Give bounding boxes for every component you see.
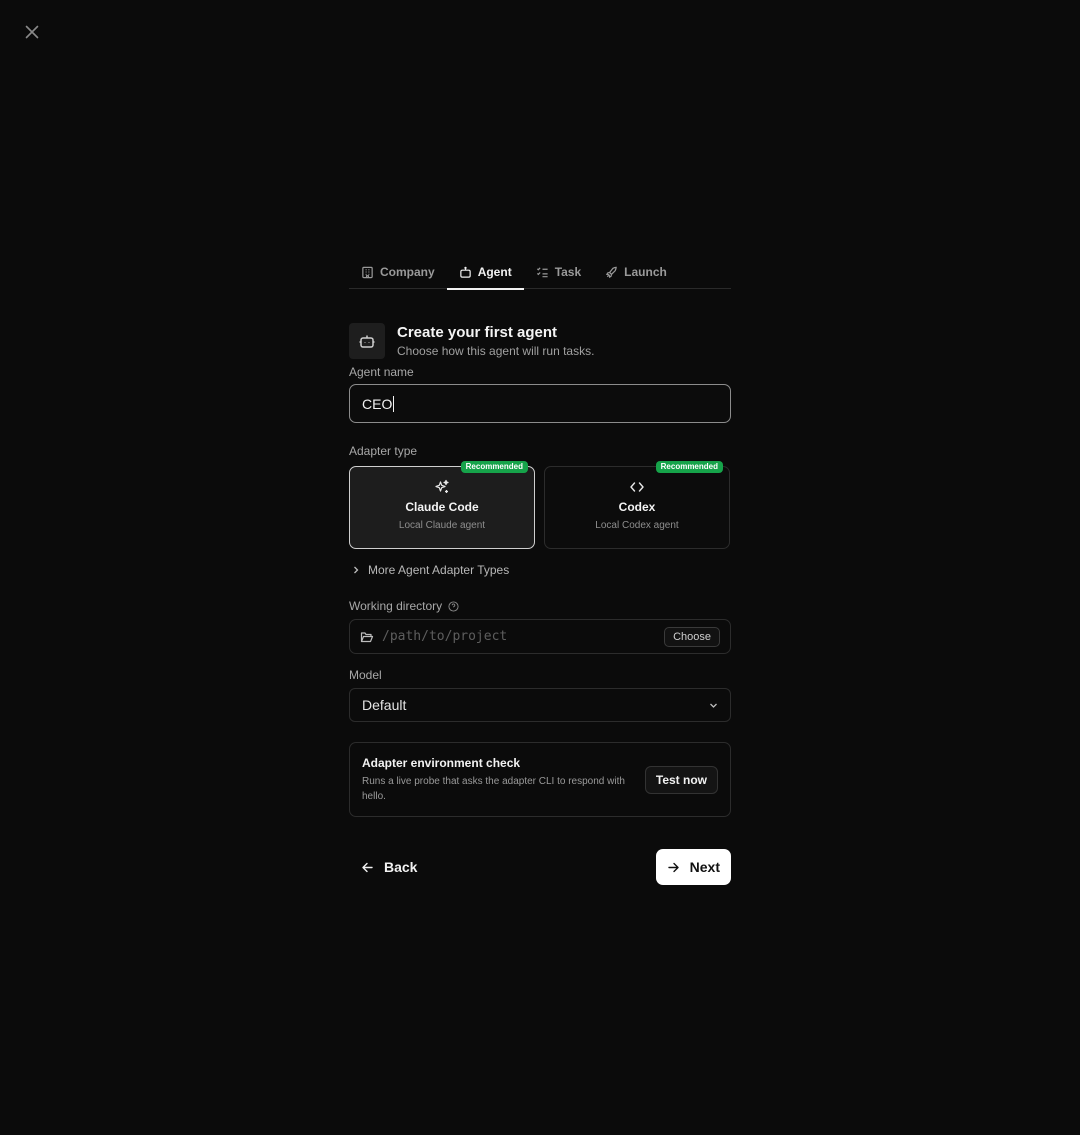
agent-name-input[interactable]: CEO bbox=[349, 384, 731, 423]
tab-agent[interactable]: Agent bbox=[446, 255, 524, 290]
section-heading: Create your first agent Choose how this … bbox=[349, 323, 731, 359]
step-tabs: Company Agent Task Launch bbox=[349, 255, 731, 290]
rocket-icon bbox=[606, 266, 617, 278]
recommended-badge: Recommended bbox=[655, 461, 723, 473]
tab-task[interactable]: Task bbox=[524, 255, 593, 289]
footer-actions: Back Next bbox=[349, 849, 731, 885]
text-caret bbox=[393, 395, 395, 412]
test-now-button[interactable]: Test now bbox=[644, 765, 718, 794]
adapter-environment-check: Adapter environment check Runs a live pr… bbox=[349, 742, 731, 817]
adapter-card-subtitle: Local Claude agent bbox=[398, 520, 486, 531]
adapter-card-subtitle: Local Codex agent bbox=[595, 520, 679, 531]
list-checks-icon bbox=[536, 266, 548, 277]
code-icon bbox=[630, 482, 644, 492]
arrow-right-icon bbox=[667, 862, 679, 872]
onboarding-panel: Company Agent Task Launch Create your fi… bbox=[349, 255, 731, 885]
tab-launch[interactable]: Launch bbox=[593, 255, 679, 289]
env-check-description: Runs a live probe that asks the adapter … bbox=[362, 775, 625, 802]
adapter-card-title: Claude Code bbox=[405, 500, 479, 514]
next-label: Next bbox=[689, 859, 720, 875]
help-circle-icon[interactable] bbox=[448, 600, 459, 612]
adapter-cards: Recommended Claude Code Local Claude age… bbox=[349, 461, 731, 549]
agent-name-value: CEO bbox=[362, 395, 393, 412]
tab-label: Company bbox=[380, 265, 435, 279]
choose-directory-button[interactable]: Choose bbox=[664, 626, 720, 647]
page-title: Create your first agent bbox=[397, 324, 558, 341]
tab-label: Agent bbox=[477, 265, 512, 279]
model-selected-value: Default bbox=[362, 697, 407, 713]
working-directory-label-text: Working directory bbox=[349, 599, 443, 613]
recommended-badge: Recommended bbox=[460, 461, 528, 473]
chevron-down-icon bbox=[710, 703, 717, 708]
tab-label: Launch bbox=[624, 265, 667, 279]
back-button[interactable]: Back bbox=[349, 849, 429, 885]
arrow-left-icon bbox=[362, 862, 373, 872]
agent-name-label: Agent name bbox=[349, 365, 414, 379]
back-label: Back bbox=[384, 859, 418, 875]
close-button[interactable] bbox=[22, 22, 42, 42]
adapter-card-title: Codex bbox=[618, 500, 656, 514]
model-label: Model bbox=[349, 668, 382, 682]
page-subtitle: Choose how this agent will run tasks. bbox=[397, 344, 595, 358]
working-directory-input[interactable]: /path/to/project bbox=[382, 629, 656, 644]
sparkles-icon bbox=[435, 479, 449, 493]
adapter-card-claude-code[interactable]: Recommended Claude Code Local Claude age… bbox=[349, 461, 535, 549]
more-adapter-types-toggle[interactable]: More Agent Adapter Types bbox=[349, 563, 731, 577]
tab-company[interactable]: Company bbox=[349, 255, 447, 289]
adapter-card-codex[interactable]: Recommended Codex Local Codex agent bbox=[544, 461, 730, 549]
folder-open-icon bbox=[360, 631, 374, 642]
working-directory-field[interactable]: /path/to/project Choose bbox=[349, 619, 731, 654]
bot-icon bbox=[459, 266, 471, 278]
building-icon bbox=[362, 266, 373, 278]
chevron-right-icon bbox=[354, 566, 359, 574]
close-icon bbox=[25, 25, 39, 39]
working-directory-label: Working directory bbox=[349, 599, 731, 613]
adapter-type-label: Adapter type bbox=[349, 444, 418, 458]
more-adapter-types-label: More Agent Adapter Types bbox=[368, 563, 510, 577]
next-button[interactable]: Next bbox=[655, 849, 731, 885]
tab-label: Task bbox=[554, 265, 582, 279]
env-check-title: Adapter environment check bbox=[362, 755, 521, 770]
bot-icon bbox=[349, 323, 385, 359]
model-select[interactable]: Default bbox=[349, 688, 731, 722]
